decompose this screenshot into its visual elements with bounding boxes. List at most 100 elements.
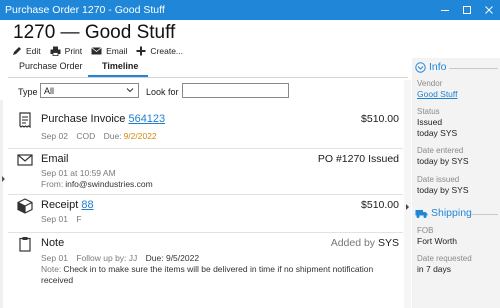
date-entered-label: Date entered — [417, 146, 464, 155]
invoice-icon — [19, 112, 31, 128]
type-label: Type — [18, 87, 38, 97]
status-value: Issued — [417, 117, 443, 127]
entry-amount: $510.00 — [361, 199, 399, 211]
entry-from-address: info@swindustries.com — [65, 179, 153, 189]
entry-due: Due: 9/5/2022 — [145, 253, 200, 263]
tab-divider — [8, 77, 408, 78]
plus-icon — [136, 46, 146, 56]
edit-button[interactable]: Edit — [12, 46, 41, 56]
close-button[interactable] — [478, 0, 500, 20]
date-requested-label: Date requested — [417, 254, 472, 263]
print-label: Print — [64, 46, 83, 56]
shipping-title: Shipping — [431, 207, 472, 219]
entry-title: Purchase Invoice 564123 — [41, 113, 165, 125]
chevron-down-icon — [126, 88, 134, 93]
timeline-entry-receipt[interactable]: Receipt 88 $510.00 Sep 01 F — [8, 196, 403, 232]
entry-note-text-cont: received — [41, 275, 79, 285]
type-select-value: All — [44, 86, 55, 96]
info-title: Info — [429, 61, 447, 73]
timeline-entry-note[interactable]: Note Added by SYS Sep 01 Follow up by: J… — [8, 234, 403, 294]
action-toolbar: Edit Print Email Create... — [12, 45, 192, 57]
added-by-user: SYS — [377, 237, 399, 249]
email-button[interactable]: Email — [91, 46, 127, 56]
info-section-title[interactable]: Info — [415, 61, 447, 73]
entry-date: Sep 01 — [41, 253, 68, 263]
box-icon — [17, 198, 33, 214]
expand-left-icon[interactable] — [2, 176, 5, 182]
date-entered-value: today by SYS — [417, 156, 469, 166]
entry-meta: Sep 01 Follow up by: JJ Due: 9/5/2022 — [41, 253, 205, 263]
collapse-side-icon[interactable] — [406, 204, 409, 210]
entry-kind: Receipt — [41, 199, 79, 211]
shipping-section-title[interactable]: Shipping — [415, 207, 472, 219]
email-label: Email — [106, 46, 128, 56]
entry-divider — [8, 232, 403, 233]
info-panel: Info Vendor Good Stuff Status Issued tod… — [412, 58, 500, 308]
print-button[interactable]: Print — [50, 46, 82, 56]
timeline-entry-email[interactable]: Email PO #1270 Issued Sep 01 at 10:59 AM… — [8, 150, 403, 196]
minimize-icon — [441, 10, 449, 11]
vendor-link[interactable]: Good Stuff — [417, 89, 457, 99]
entry-datetime: Sep 01 at 10:59 AM — [41, 168, 116, 178]
entry-kind: Purchase Invoice — [41, 113, 126, 125]
window-titlebar: Purchase Order 1270 - Good Stuff — [0, 0, 500, 20]
page-title: 1270 — Good Stuff — [13, 22, 176, 43]
fob-label: FOB — [417, 226, 434, 235]
invoice-number-link[interactable]: 564123 — [128, 113, 165, 125]
date-issued-label: Date issued — [417, 175, 460, 184]
entry-follow-up: Follow up by: JJ — [76, 253, 138, 263]
entry-meta: Sep 01 at 10:59 AM — [41, 168, 122, 178]
note-label: Note: — [41, 264, 62, 274]
look-for-label: Look for — [146, 87, 179, 97]
vendor-label: Vendor — [417, 79, 443, 88]
status-sub: today SYS — [417, 128, 458, 138]
entry-added-by: Added by SYS — [331, 237, 399, 249]
info-section-rule — [449, 68, 498, 69]
clipboard-icon — [19, 237, 31, 252]
envelope-icon — [91, 47, 102, 55]
receipt-number-link[interactable]: 88 — [81, 199, 93, 211]
entry-terms: COD — [76, 131, 96, 141]
entry-flag: F — [76, 214, 82, 224]
date-issued-value: today by SYS — [417, 185, 469, 195]
create-label: Create... — [150, 46, 184, 56]
pencil-icon — [13, 47, 21, 55]
entry-due-date: 9/2/2022 — [123, 131, 157, 141]
envelope-icon — [17, 154, 33, 166]
date-requested-value: in 7 days — [417, 264, 452, 274]
chevron-down-circle-icon — [415, 61, 426, 73]
entry-title: Email — [41, 153, 69, 165]
entry-title: Note — [41, 237, 65, 249]
left-splitter[interactable] — [0, 100, 3, 308]
edit-label: Edit — [26, 46, 41, 56]
minimize-button[interactable] — [434, 0, 456, 20]
entry-subject: PO #1270 Issued — [317, 153, 399, 165]
window-title: Purchase Order 1270 - Good Stuff — [5, 4, 165, 16]
entry-divider — [8, 148, 403, 149]
fob-value: Fort Worth — [417, 236, 457, 246]
shipping-section-rule — [472, 214, 498, 215]
create-button[interactable]: Create... — [136, 46, 183, 56]
panel-splitter[interactable] — [404, 80, 411, 308]
look-for-input[interactable] — [182, 83, 289, 98]
entry-meta: Sep 01 F — [41, 214, 88, 224]
tab-timeline[interactable]: Timeline — [102, 61, 138, 71]
entry-due-label: Due: — [103, 131, 122, 141]
entry-meta: Sep 02 COD Due: 9/2/2022 — [41, 131, 163, 141]
maximize-button[interactable] — [456, 0, 478, 20]
timeline-entry-invoice[interactable]: Purchase Invoice 564123 $510.00 Sep 02 C… — [8, 110, 403, 150]
maximize-icon — [463, 6, 471, 14]
type-select[interactable]: All — [40, 83, 139, 98]
entry-note-text: Note: Check in to make sure the items wil… — [41, 264, 379, 274]
entry-date: Sep 02 — [41, 131, 68, 141]
entry-amount: $510.00 — [361, 113, 399, 125]
truck-icon — [415, 209, 428, 218]
note-body-line2: received — [41, 275, 74, 285]
entry-date: Sep 01 — [41, 214, 68, 224]
note-body-line1: Check in to make sure the items will be … — [63, 264, 374, 274]
entry-divider — [8, 194, 403, 195]
tab-purchase-order[interactable]: Purchase Order — [19, 61, 83, 71]
printer-icon — [50, 46, 61, 56]
status-label: Status — [417, 107, 440, 116]
close-icon — [485, 6, 493, 14]
